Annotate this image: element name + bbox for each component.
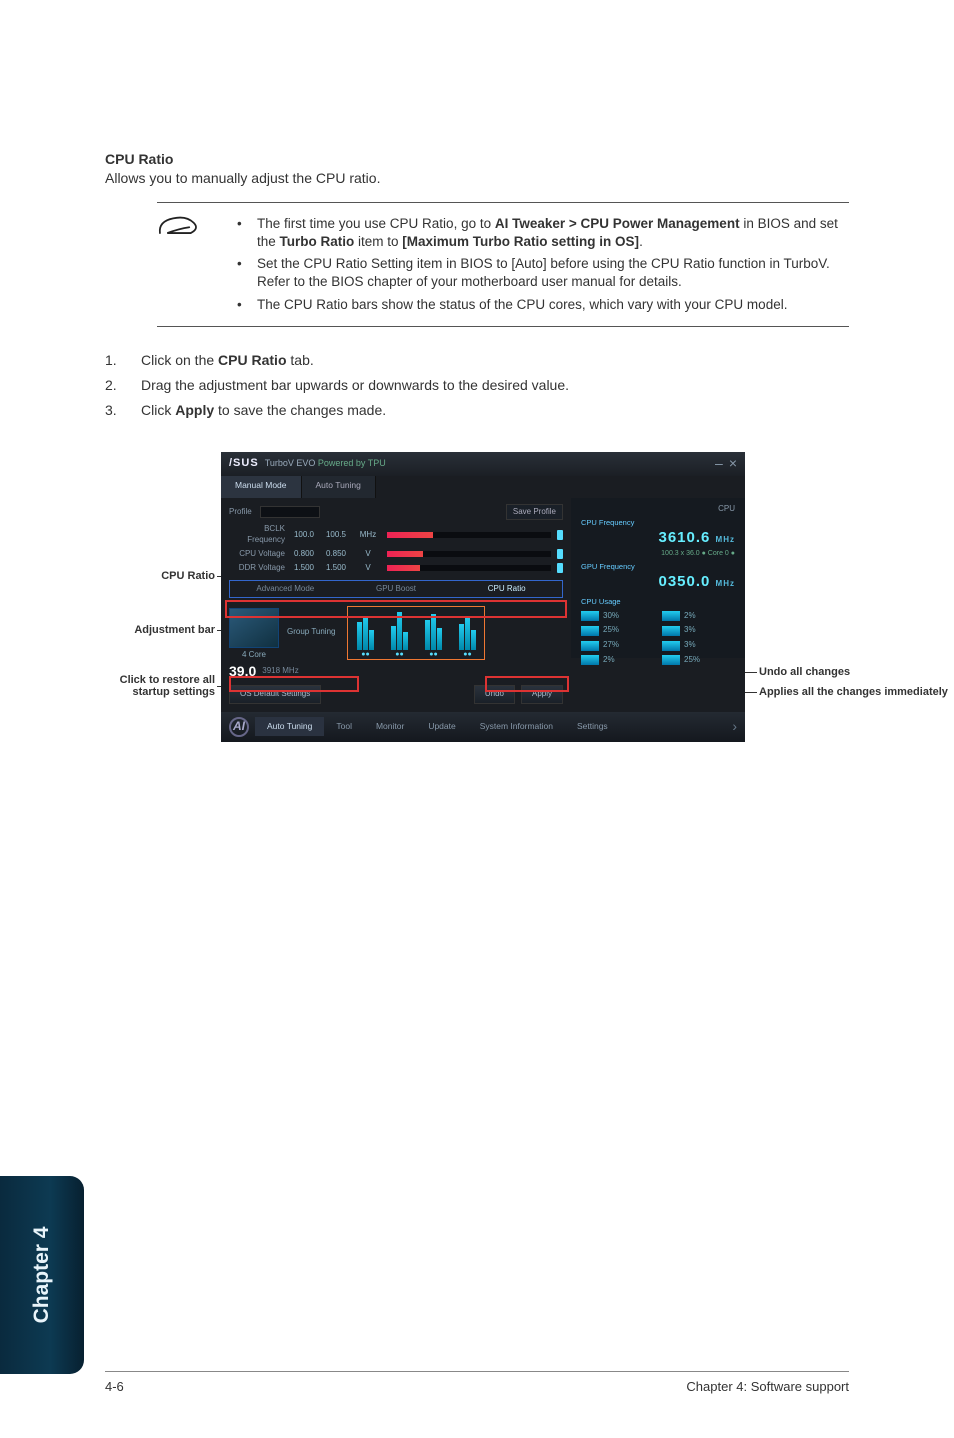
slider-unit: V [355, 549, 381, 560]
core-bar[interactable]: ●● [352, 610, 378, 659]
usage-cell: 2% [662, 611, 735, 622]
slider-min: 0.800 [291, 549, 317, 560]
note-item: Set the CPU Ratio Setting item in BIOS t… [223, 255, 845, 291]
undo-button[interactable]: Undo [474, 685, 515, 704]
usage-cell: 27% [581, 640, 654, 651]
dock-item[interactable]: Monitor [364, 717, 416, 736]
callout-cpu-ratio: CPU Ratio [161, 570, 215, 582]
note-block: The first time you use CPU Ratio, go to … [157, 202, 849, 327]
app-window: /SUS TurboV EVO Powered by TPU – × Manua… [221, 452, 745, 742]
ai-suite-logo-icon[interactable]: AI [229, 717, 249, 737]
callout-adjustment-bar: Adjustment bar [134, 624, 215, 636]
chip-core-label: 4 Core [242, 650, 266, 661]
usage-cell: 3% [662, 640, 735, 651]
usage-cell: 25% [662, 655, 735, 666]
gpu-freq-value: 0350.0 [658, 573, 710, 590]
note-item: The CPU Ratio bars show the status of th… [223, 296, 845, 314]
tab-gpu-boost[interactable]: GPU Boost [341, 581, 452, 598]
slider-label: DDR Voltage [229, 563, 285, 574]
slider-track[interactable] [387, 565, 551, 571]
cpu-freq-label: CPU Frequency [581, 518, 735, 528]
steps-list: 1.Click on the CPU Ratio tab. 2.Drag the… [105, 351, 849, 420]
product-name: TurboV EVO Powered by TPU [265, 457, 386, 469]
dock-item[interactable]: Update [416, 717, 467, 736]
callout-restore: Click to restore all startup settings [105, 674, 215, 698]
dock-item[interactable]: Tool [324, 717, 364, 736]
os-default-button[interactable]: OS Default Settings [229, 685, 321, 704]
section-heading: CPU Ratio [105, 151, 173, 167]
right-panel-title: CPU [581, 504, 735, 515]
cpu-freq-sub: 100.3 x 36.0 ● Core 0 ● [581, 549, 735, 558]
profile-dropdown[interactable] [260, 506, 320, 518]
slider-val: 1.500 [323, 563, 349, 574]
slider-track[interactable] [387, 532, 551, 538]
slider-val: 0.850 [323, 549, 349, 560]
usage-cell: 2% [581, 655, 654, 666]
core-bar[interactable]: ●● [454, 610, 480, 659]
note-item: The first time you use CPU Ratio, go to … [223, 215, 845, 251]
core-bar[interactable]: ●● [420, 610, 446, 659]
ratio-freq: 3918 MHz [262, 666, 298, 677]
slider-handle[interactable] [557, 563, 563, 573]
note-icon [157, 211, 201, 318]
usage-cell: 3% [662, 625, 735, 636]
page-number: 4-6 [105, 1378, 124, 1396]
footer-title: Chapter 4: Software support [686, 1378, 849, 1396]
profile-label: Profile [229, 507, 252, 518]
callout-apply: Applies all the changes immediately [759, 686, 948, 698]
section-body: Allows you to manually adjust the CPU ra… [105, 170, 380, 186]
slider-min: 1.500 [291, 563, 317, 574]
slider-handle[interactable] [557, 530, 563, 540]
dock-item[interactable]: Auto Tuning [255, 717, 324, 736]
ratio-value: 39.0 [229, 662, 256, 681]
usage-cell: 25% [581, 625, 654, 636]
tab-auto-tuning[interactable]: Auto Tuning [302, 476, 376, 498]
screenshot-figure: CPU Ratio Adjustment bar Click to restor… [105, 452, 849, 762]
tab-advanced-mode[interactable]: Advanced Mode [230, 581, 341, 598]
group-tuning-label: Group Tuning [287, 627, 335, 638]
core-bar[interactable]: ●● [386, 610, 412, 659]
minimize-icon[interactable]: – [715, 454, 723, 473]
tab-cpu-ratio[interactable]: CPU Ratio [451, 581, 562, 598]
title-bar: /SUS TurboV EVO Powered by TPU – × [221, 452, 745, 476]
close-icon[interactable]: × [729, 454, 737, 473]
callout-undo: Undo all changes [759, 666, 850, 678]
page-footer: 4-6 Chapter 4: Software support [105, 1371, 849, 1396]
cpu-freq-value: 3610.6 [658, 529, 710, 546]
slider-unit: MHz [355, 530, 381, 541]
usage-cell: 30% [581, 611, 654, 622]
chevron-right-icon[interactable]: › [732, 717, 737, 736]
dock-item[interactable]: Settings [565, 717, 620, 736]
cpu-usage-label: CPU Usage [581, 597, 735, 607]
tab-manual-mode[interactable]: Manual Mode [221, 476, 302, 498]
brand-logo: /SUS [229, 456, 259, 471]
gpu-freq-label: GPU Frequency [581, 562, 735, 572]
dock-item[interactable]: System Information [468, 717, 565, 736]
chapter-side-tab: Chapter 4 [0, 1176, 84, 1374]
cpu-chip-icon [229, 608, 279, 648]
slider-unit: V [355, 563, 381, 574]
slider-min: 100.0 [291, 530, 317, 541]
save-profile-button[interactable]: Save Profile [506, 504, 563, 521]
slider-label: BCLK Frequency [229, 524, 285, 546]
cores-adjustment-group[interactable]: ●●●●●●●● [347, 606, 485, 660]
slider-label: CPU Voltage [229, 549, 285, 560]
apply-button[interactable]: Apply [521, 685, 563, 704]
bottom-dock: AI Auto TuningToolMonitorUpdateSystem In… [221, 712, 745, 742]
slider-track[interactable] [387, 551, 551, 557]
slider-val: 100.5 [323, 530, 349, 541]
slider-handle[interactable] [557, 549, 563, 559]
